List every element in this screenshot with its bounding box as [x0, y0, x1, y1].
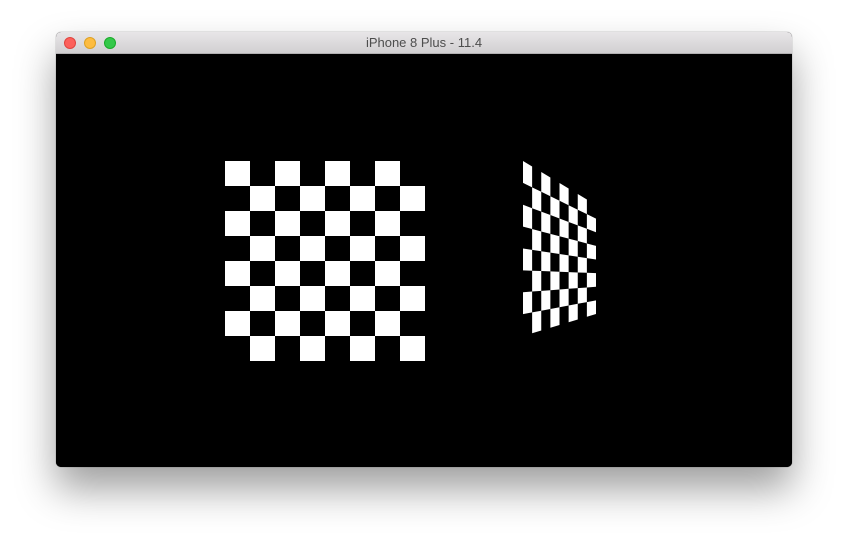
checker-square	[250, 286, 275, 311]
checker-square	[532, 310, 542, 334]
checker-square	[250, 186, 275, 211]
checker-square	[559, 254, 569, 273]
checker-square	[541, 211, 551, 234]
checker-square	[523, 291, 533, 315]
checker-square	[559, 183, 569, 206]
checker-square	[350, 286, 375, 311]
checker-square	[577, 225, 587, 244]
checker-square	[300, 336, 325, 361]
checker-square	[300, 286, 325, 311]
checker-square	[300, 186, 325, 211]
checker-square	[375, 311, 400, 336]
checker-square	[325, 161, 350, 186]
checker-square	[225, 211, 250, 236]
checker-square	[375, 211, 400, 236]
checker-square	[586, 272, 596, 288]
checker-square	[586, 243, 596, 260]
checker-square	[275, 261, 300, 286]
checker-square	[559, 218, 569, 239]
checker-square	[523, 204, 533, 230]
checker-square	[375, 161, 400, 186]
checker-square	[225, 161, 250, 186]
checker-square	[586, 300, 596, 317]
window-title: iPhone 8 Plus - 11.4	[365, 35, 483, 50]
checker-square	[586, 214, 596, 233]
device-screen[interactable]	[56, 54, 792, 467]
checker-square	[400, 236, 425, 261]
checker-square	[350, 336, 375, 361]
checker-square	[225, 261, 250, 286]
checker-square	[400, 336, 425, 361]
checker-square	[325, 261, 350, 286]
checker-square	[568, 238, 578, 257]
checker-square	[523, 161, 533, 188]
checker-square	[275, 211, 300, 236]
checker-square	[400, 286, 425, 311]
checker-square	[350, 186, 375, 211]
checker-square	[559, 288, 569, 308]
checker-square	[275, 311, 300, 336]
checker-square	[225, 311, 250, 336]
checker-square	[350, 236, 375, 261]
checker-square	[325, 211, 350, 236]
checker-square	[550, 233, 560, 254]
checker-square	[568, 205, 578, 226]
checker-square	[577, 256, 587, 273]
checker-square	[400, 186, 425, 211]
checker-square	[577, 194, 587, 215]
checker-square	[532, 229, 542, 252]
checker-square	[577, 287, 587, 304]
scene-canvas	[225, 161, 596, 361]
checker-square	[568, 303, 578, 323]
checker-square	[250, 236, 275, 261]
checker-square	[541, 290, 551, 311]
checker-square	[300, 236, 325, 261]
checker-square	[532, 187, 542, 212]
checker-square	[375, 261, 400, 286]
checkerboard-rotated	[523, 161, 596, 334]
checker-square	[550, 196, 560, 219]
checker-square	[532, 270, 542, 292]
checker-square	[541, 172, 551, 197]
title-bar[interactable]: iPhone 8 Plus - 11.4	[56, 32, 792, 54]
checker-square	[550, 271, 560, 291]
checker-square	[568, 272, 578, 289]
checkerboard-front	[225, 161, 425, 361]
checker-square	[550, 307, 560, 328]
checker-square	[541, 251, 551, 272]
checker-square	[523, 248, 533, 271]
simulator-window: iPhone 8 Plus - 11.4	[56, 32, 792, 467]
checker-square	[275, 161, 300, 186]
checker-square	[250, 336, 275, 361]
checker-square	[325, 311, 350, 336]
